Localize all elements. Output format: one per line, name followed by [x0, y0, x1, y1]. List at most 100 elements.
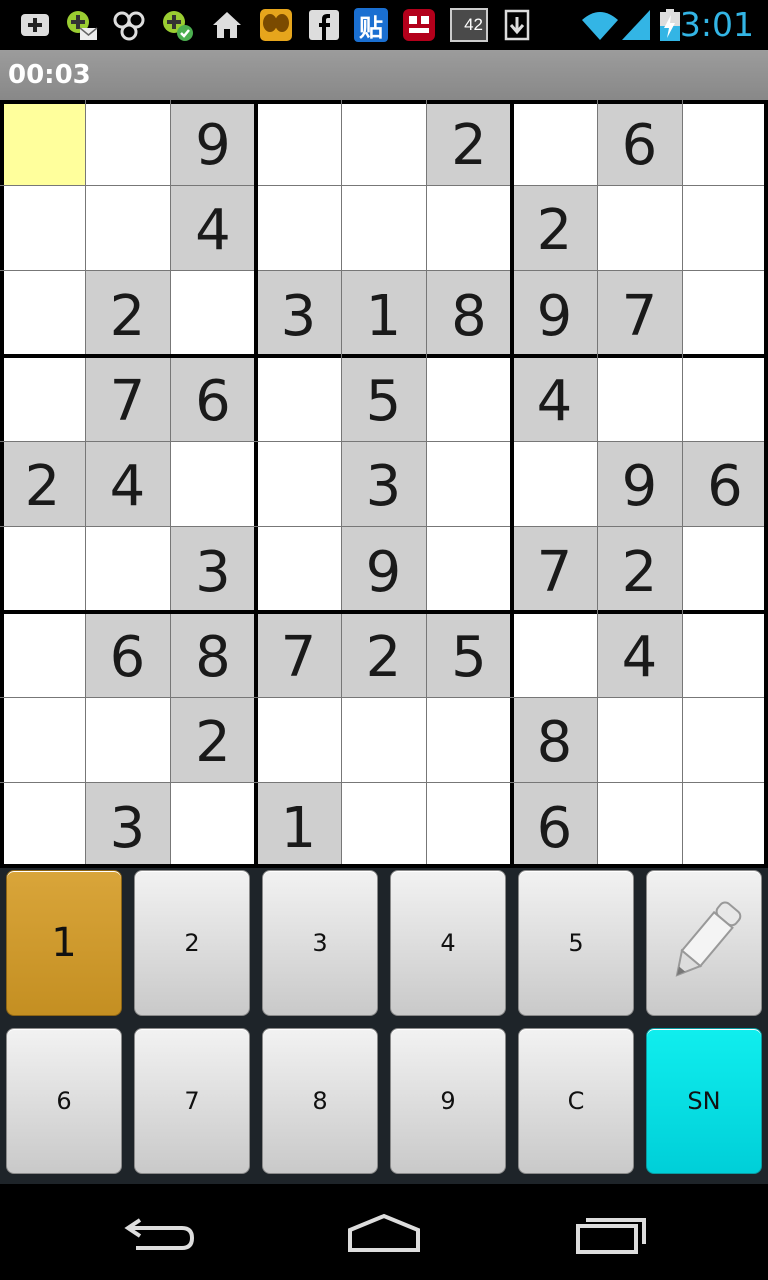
- sudoku-cell-r1-c6[interactable]: 2: [426, 100, 512, 185]
- sudoku-cell-r5-c2[interactable]: 4: [85, 441, 170, 526]
- key-2-button[interactable]: 2: [134, 870, 250, 1016]
- sudoku-cell-r5-c7[interactable]: [512, 441, 597, 526]
- sudoku-cell-r6-c9[interactable]: [682, 526, 768, 612]
- sudoku-cell-r1-c7[interactable]: [512, 100, 597, 185]
- key-c-button[interactable]: C: [518, 1028, 634, 1174]
- android-mail-icon: [67, 11, 98, 40]
- key-3-button[interactable]: 3: [262, 870, 378, 1016]
- sudoku-cell-r9-c1[interactable]: [0, 782, 85, 868]
- sudoku-cell-r5-c6[interactable]: [426, 441, 512, 526]
- sudoku-cell-r8-c7[interactable]: 8: [512, 697, 597, 782]
- sudoku-cell-r9-c2[interactable]: 3: [85, 782, 170, 868]
- sudoku-cell-r1-c8[interactable]: 6: [597, 100, 682, 185]
- key-8-button[interactable]: 8: [262, 1028, 378, 1174]
- sudoku-cell-r8-c2[interactable]: [85, 697, 170, 782]
- sudoku-cell-r2-c2[interactable]: [85, 185, 170, 270]
- sudoku-cell-r6-c5[interactable]: 9: [341, 526, 426, 612]
- key-1-button[interactable]: 1: [6, 870, 122, 1016]
- grid-line-horizontal: [0, 610, 768, 614]
- sudoku-cell-r1-c1[interactable]: [0, 100, 85, 185]
- sudoku-cell-r4-c1[interactable]: [0, 356, 85, 441]
- sudoku-cell-r2-c6[interactable]: [426, 185, 512, 270]
- sudoku-cell-r9-c8[interactable]: [597, 782, 682, 868]
- sudoku-cell-r5-c9[interactable]: 6: [682, 441, 768, 526]
- sudoku-cell-r7-c9[interactable]: [682, 612, 768, 697]
- sudoku-cell-r2-c5[interactable]: [341, 185, 426, 270]
- sudoku-cell-r9-c9[interactable]: [682, 782, 768, 868]
- sudoku-cell-r2-c3[interactable]: 4: [170, 185, 256, 270]
- key-6-button[interactable]: 6: [6, 1028, 122, 1174]
- sudoku-cell-r4-c6[interactable]: [426, 356, 512, 441]
- sudoku-board: 92642231897765424396397268725428316: [0, 100, 768, 868]
- sudoku-cell-r3-c1[interactable]: [0, 270, 85, 356]
- sudoku-cell-r5-c4[interactable]: [256, 441, 341, 526]
- sudoku-cell-r9-c6[interactable]: [426, 782, 512, 868]
- sudoku-cell-r8-c8[interactable]: [597, 697, 682, 782]
- sudoku-cell-r6-c6[interactable]: [426, 526, 512, 612]
- sudoku-cell-r7-c8[interactable]: 4: [597, 612, 682, 697]
- sudoku-cell-r4-c4[interactable]: [256, 356, 341, 441]
- sudoku-cell-r9-c3[interactable]: [170, 782, 256, 868]
- key-5-button[interactable]: 5: [518, 870, 634, 1016]
- sudoku-cell-r4-c8[interactable]: [597, 356, 682, 441]
- sudoku-cell-r2-c8[interactable]: [597, 185, 682, 270]
- sudoku-cell-r4-c9[interactable]: [682, 356, 768, 441]
- sudoku-cell-r3-c5[interactable]: 1: [341, 270, 426, 356]
- sudoku-cell-r4-c3[interactable]: 6: [170, 356, 256, 441]
- sudoku-cell-r5-c5[interactable]: 3: [341, 441, 426, 526]
- key-9-button[interactable]: 9: [390, 1028, 506, 1174]
- recent-apps-icon[interactable]: [550, 1206, 670, 1258]
- sudoku-cell-r6-c8[interactable]: 2: [597, 526, 682, 612]
- sudoku-cell-r2-c9[interactable]: [682, 185, 768, 270]
- sudoku-cell-r4-c5[interactable]: 5: [341, 356, 426, 441]
- sudoku-cell-r5-c1[interactable]: 2: [0, 441, 85, 526]
- sudoku-cell-r5-c3[interactable]: [170, 441, 256, 526]
- sudoku-cell-r8-c1[interactable]: [0, 697, 85, 782]
- sudoku-cell-r7-c3[interactable]: 8: [170, 612, 256, 697]
- sudoku-cell-r4-c2[interactable]: 7: [85, 356, 170, 441]
- sudoku-cell-r7-c4[interactable]: 7: [256, 612, 341, 697]
- sudoku-cell-r6-c7[interactable]: 7: [512, 526, 597, 612]
- sudoku-cell-r9-c7[interactable]: 6: [512, 782, 597, 868]
- sudoku-cell-r9-c5[interactable]: [341, 782, 426, 868]
- sudoku-cell-r7-c2[interactable]: 6: [85, 612, 170, 697]
- sudoku-cell-r2-c4[interactable]: [256, 185, 341, 270]
- sudoku-cell-r8-c6[interactable]: [426, 697, 512, 782]
- sudoku-cell-r6-c1[interactable]: [0, 526, 85, 612]
- sudoku-cell-r3-c2[interactable]: 2: [85, 270, 170, 356]
- sudoku-cell-r1-c9[interactable]: [682, 100, 768, 185]
- sudoku-cell-r3-c4[interactable]: 3: [256, 270, 341, 356]
- sudoku-cell-r6-c2[interactable]: [85, 526, 170, 612]
- sudoku-cell-r8-c4[interactable]: [256, 697, 341, 782]
- sudoku-cell-r6-c3[interactable]: 3: [170, 526, 256, 612]
- sudoku-cell-r3-c8[interactable]: 7: [597, 270, 682, 356]
- sudoku-cell-r4-c7[interactable]: 4: [512, 356, 597, 441]
- sudoku-cell-r8-c9[interactable]: [682, 697, 768, 782]
- key-7-button[interactable]: 7: [134, 1028, 250, 1174]
- sudoku-cell-r7-c7[interactable]: [512, 612, 597, 697]
- sudoku-cell-r3-c9[interactable]: [682, 270, 768, 356]
- key-sn-button[interactable]: SN: [646, 1028, 762, 1174]
- key-4-button[interactable]: 4: [390, 870, 506, 1016]
- grid-line-vertical: [510, 100, 514, 868]
- sudoku-cell-r3-c3[interactable]: [170, 270, 256, 356]
- sudoku-cell-r9-c4[interactable]: 1: [256, 782, 341, 868]
- sudoku-cell-r6-c4[interactable]: [256, 526, 341, 612]
- sudoku-cell-r8-c5[interactable]: [341, 697, 426, 782]
- sudoku-cell-r5-c8[interactable]: 9: [597, 441, 682, 526]
- sudoku-cell-r7-c1[interactable]: [0, 612, 85, 697]
- sudoku-cell-r3-c7[interactable]: 9: [512, 270, 597, 356]
- pencil-mode-button[interactable]: [646, 870, 762, 1016]
- sudoku-cell-r1-c4[interactable]: [256, 100, 341, 185]
- sudoku-cell-r7-c6[interactable]: 5: [426, 612, 512, 697]
- sudoku-cell-r2-c1[interactable]: [0, 185, 85, 270]
- back-icon[interactable]: [100, 1206, 220, 1258]
- sudoku-cell-r7-c5[interactable]: 2: [341, 612, 426, 697]
- home-icon[interactable]: [324, 1206, 444, 1258]
- sudoku-cell-r8-c3[interactable]: 2: [170, 697, 256, 782]
- sudoku-cell-r3-c6[interactable]: 8: [426, 270, 512, 356]
- sudoku-cell-r1-c3[interactable]: 9: [170, 100, 256, 185]
- sudoku-cell-r2-c7[interactable]: 2: [512, 185, 597, 270]
- sudoku-cell-r1-c5[interactable]: [341, 100, 426, 185]
- sudoku-cell-r1-c2[interactable]: [85, 100, 170, 185]
